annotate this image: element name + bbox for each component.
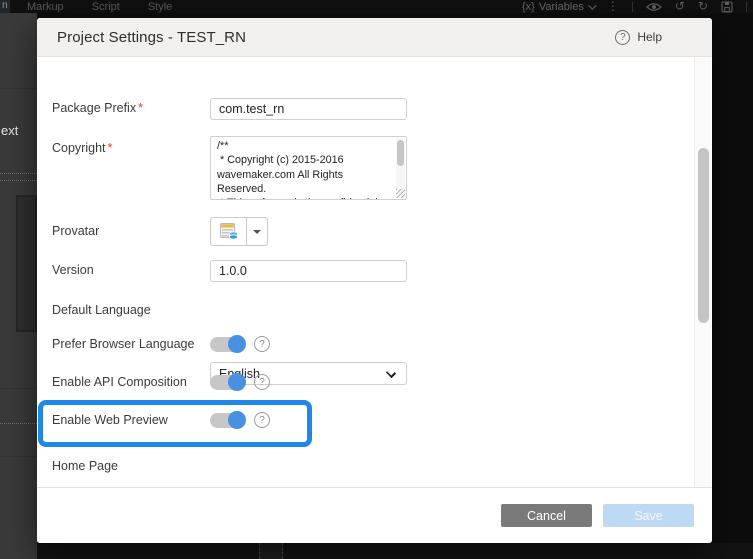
textarea-resize-grip[interactable] <box>396 189 405 198</box>
tab-script[interactable]: Script <box>92 1 120 13</box>
enable-api-composition-row: ? <box>210 374 270 390</box>
copyright-textarea[interactable]: /** * Copyright (c) 2015-2016 wavemaker.… <box>210 136 407 200</box>
version-input[interactable] <box>210 260 407 282</box>
preview-eye-icon[interactable] <box>646 2 662 12</box>
canvas-dotted-line <box>0 388 37 389</box>
required-asterisk: * <box>138 101 143 115</box>
toolbar-divider <box>746 2 747 12</box>
enable-web-preview-label: Enable Web Preview <box>52 410 202 430</box>
toggle-knob <box>228 411 246 429</box>
required-asterisk: * <box>108 141 113 155</box>
save-button[interactable]: Save <box>603 504 694 527</box>
editor-tabs: Markup Script Style <box>27 1 172 13</box>
top-toolbar: n Markup Script Style {x} Variables ⋮ ↺ … <box>0 0 753 13</box>
enable-web-preview-row: ? <box>210 412 270 428</box>
prefer-browser-language-toggle[interactable] <box>210 337 245 352</box>
toggle-knob <box>228 373 246 391</box>
variables-x-icon: {x} <box>522 1 535 13</box>
canvas-dotted-line <box>0 173 37 174</box>
variables-label: Variables <box>539 1 584 13</box>
canvas-column-fragment <box>259 543 283 559</box>
tab-style[interactable]: Style <box>148 1 172 13</box>
chevron-down-icon <box>588 1 596 9</box>
enable-api-composition-toggle[interactable] <box>210 375 245 390</box>
dialog-scrollbar[interactable] <box>694 57 711 487</box>
redo-icon[interactable]: ↻ <box>698 0 708 13</box>
dialog-footer: Cancel Save <box>37 487 712 543</box>
dialog-scrollbar-thumb[interactable] <box>698 148 709 323</box>
canvas-dotted-line <box>0 88 37 89</box>
prefer-browser-language-label: Prefer Browser Language <box>52 334 202 354</box>
canvas-dotted-line <box>0 456 37 457</box>
kebab-menu-icon[interactable]: ⋮ <box>607 0 619 13</box>
help-icon[interactable]: ? <box>254 374 270 390</box>
variables-dropdown[interactable]: {x} Variables <box>522 1 594 13</box>
package-prefix-label: Package Prefix* <box>52 98 202 118</box>
help-label: Help <box>637 30 662 44</box>
provatar-label: Provatar <box>52 221 202 241</box>
dialog-title: Project Settings - TEST_RN <box>57 29 246 46</box>
toolbar-divider <box>632 2 633 12</box>
toolbar-right-cluster: {x} Variables ⋮ ↺ ↻ <box>522 0 747 13</box>
enable-api-composition-label: Enable API Composition <box>52 372 202 392</box>
textarea-scrollbar-thumb[interactable] <box>397 140 404 166</box>
tab-markup[interactable]: Markup <box>27 1 64 13</box>
provatar-picker <box>210 217 268 246</box>
help-icon: ? <box>615 30 630 45</box>
default-language-label: Default Language <box>52 300 202 320</box>
toggle-knob <box>228 335 246 353</box>
provatar-image-button[interactable] <box>211 218 247 245</box>
enable-web-preview-toggle[interactable] <box>210 413 245 428</box>
help-icon[interactable]: ? <box>254 336 270 352</box>
canvas-widget-fragment <box>16 195 37 332</box>
home-page-label: Home Page <box>52 456 202 476</box>
cancel-button[interactable]: Cancel <box>501 504 592 527</box>
canvas-left-strip: ext <box>0 13 37 559</box>
copyright-label: Copyright* <box>52 138 202 158</box>
provatar-dropdown-button[interactable] <box>247 218 267 245</box>
chevron-down-icon <box>386 368 396 378</box>
undo-icon[interactable]: ↺ <box>675 0 685 13</box>
canvas-dotted-line <box>0 180 37 181</box>
version-label: Version <box>52 260 202 280</box>
canvas-clipped-text: ext <box>1 123 18 138</box>
project-settings-dialog: Project Settings - TEST_RN ? Help Packag… <box>37 18 712 543</box>
canvas-dotted-line <box>0 423 37 424</box>
caret-down-icon <box>253 230 261 234</box>
help-icon[interactable]: ? <box>254 412 270 428</box>
prefer-browser-language-row: ? <box>210 336 270 352</box>
partial-left-tab[interactable]: n <box>0 0 10 13</box>
dialog-header: Project Settings - TEST_RN ? Help <box>37 18 712 57</box>
help-button[interactable]: ? Help <box>615 30 662 45</box>
save-file-icon[interactable] <box>721 1 733 13</box>
provatar-table-icon <box>219 222 239 241</box>
canvas-bottom-strip <box>37 543 753 559</box>
package-prefix-input[interactable] <box>210 98 407 120</box>
dialog-body: Package Prefix* Copyright* /** * Copyrig… <box>37 57 712 487</box>
copyright-text: /** * Copyright (c) 2015-2016 wavemaker.… <box>217 139 392 199</box>
